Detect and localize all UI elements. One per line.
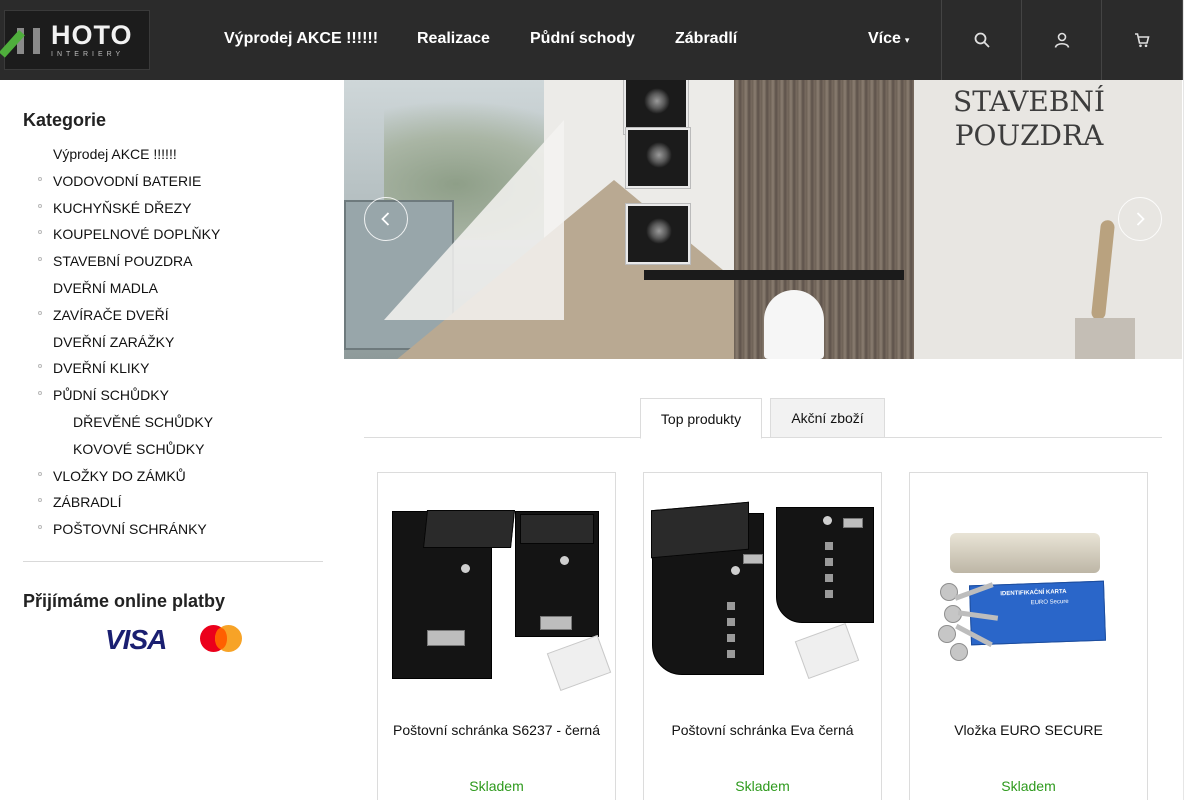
bullet-icon xyxy=(38,310,42,315)
chevron-down-icon: ▾ xyxy=(904,35,910,45)
sidebar-category-item[interactable]: VLOŽKY DO ZÁMKŮ xyxy=(4,464,344,491)
wall-art-image xyxy=(626,128,690,188)
visa-logo: VISA xyxy=(105,624,167,655)
sidebar-category-item[interactable]: KOUPELNOVÉ DOPLŇKY xyxy=(4,222,344,249)
payments-title: Přijímáme online platby xyxy=(23,591,226,611)
banner-title: STAVEBNÍ POUZDRA xyxy=(953,85,1105,152)
sidebar-category-item[interactable]: Výprodej AKCE !!!!!! xyxy=(4,142,344,169)
sidebar-category-label[interactable]: KOVOVÉ SCHŮDKY xyxy=(73,441,204,457)
product-name[interactable]: Vložka EURO SECURE xyxy=(920,720,1137,740)
category-list: Výprodej AKCE !!!!!! VODOVODNÍ BATERIE KUC… xyxy=(4,142,344,544)
product-image[interactable] xyxy=(644,473,881,703)
bullet-icon xyxy=(38,176,42,181)
tab-akcni-zbozi[interactable]: Akční zboží xyxy=(770,398,885,438)
nav-more-label: Více xyxy=(868,30,901,47)
screws-bag-image xyxy=(794,622,860,680)
search-icon xyxy=(974,32,990,48)
product-name[interactable]: Poštovní schránka S6237 - černá xyxy=(388,720,605,740)
tab-top-produkty[interactable]: Top produkty xyxy=(640,398,762,439)
product-name[interactable]: Poštovní schránka Eva černá xyxy=(654,720,871,740)
sidebar-category-item[interactable]: KUCHYŇSKÉ DŘEZY xyxy=(4,196,344,223)
mastercard-logo xyxy=(200,623,244,653)
product-card[interactable]: Poštovní schránka S6237 - černá Skladem xyxy=(377,472,616,800)
sidebar-category-item[interactable]: DVEŘNÍ KLIKY xyxy=(4,356,344,383)
bullet-icon xyxy=(38,391,42,396)
product-image[interactable]: IDENTIFIKAČNÍ KARTA EURO Secure xyxy=(910,473,1147,703)
sidebar-category-label[interactable]: ZAVÍRAČE DVEŘÍ xyxy=(53,307,169,323)
bullet-icon xyxy=(38,203,42,208)
sidebar-category-item[interactable]: PŮDNÍ SCHŮDKY xyxy=(4,383,344,410)
sidebar-category-item[interactable]: VODOVODNÍ BATERIE xyxy=(4,169,344,196)
cart-button[interactable] xyxy=(1101,0,1183,80)
hero-banner[interactable]: STAVEBNÍ POUZDRA xyxy=(344,80,1182,359)
site-header: HOTO INTERIERY Výprodej AKCE !!!!!! Real… xyxy=(0,0,1200,80)
bullet-icon xyxy=(38,498,42,503)
sidebar-category-item[interactable]: DŘEVĚNÉ SCHŮDKY xyxy=(4,410,344,437)
sliding-door-image xyxy=(734,80,914,359)
sidebar-category-label[interactable]: KUCHYŇSKÉ DŘEZY xyxy=(53,200,191,216)
bullet-icon xyxy=(38,525,42,530)
bullet-icon xyxy=(38,257,42,262)
sidebar-category-label[interactable]: KOUPELNOVÉ DOPLŇKY xyxy=(53,226,220,242)
sidebar-category-label[interactable]: POŠTOVNÍ SCHRÁNKY xyxy=(53,521,207,537)
user-icon xyxy=(1054,32,1069,48)
nav-pudni-schody[interactable]: Půdní schody xyxy=(530,30,635,48)
sidebar-category-label[interactable]: ZÁBRADLÍ xyxy=(53,494,121,510)
sidebar-category-label[interactable]: DŘEVĚNÉ SCHŮDKY xyxy=(73,414,213,430)
slider-prev-button[interactable] xyxy=(364,197,408,241)
page-scrollbar[interactable] xyxy=(1183,0,1200,800)
identification-card: IDENTIFIKAČNÍ KARTA EURO Secure xyxy=(968,580,1107,646)
cart-icon xyxy=(1135,33,1150,48)
product-card[interactable]: Poštovní schránka Eva černá Skladem xyxy=(643,472,882,800)
stock-status: Skladem xyxy=(469,778,524,794)
logo-subtext: INTERIERY xyxy=(51,51,125,58)
sidebar-category-label[interactable]: PŮDNÍ SCHŮDKY xyxy=(53,387,169,403)
account-button[interactable] xyxy=(1021,0,1101,80)
categories-title: Kategorie xyxy=(23,110,107,130)
sidebar-category-item[interactable]: ZÁBRADLÍ xyxy=(4,490,344,517)
stock-status: Skladem xyxy=(1001,778,1056,794)
nav-vyprodej-akce[interactable]: Výprodej AKCE !!!!!! xyxy=(224,30,378,48)
sidebar-category-label[interactable]: VODOVODNÍ BATERIE xyxy=(53,173,201,189)
logo-text: HOTO xyxy=(51,20,133,50)
tabs-divider xyxy=(364,437,1162,438)
nav-realizace[interactable]: Realizace xyxy=(417,30,490,48)
sidebar-category-item[interactable]: POŠTOVNÍ SCHRÁNKY xyxy=(4,517,344,544)
chevron-right-icon xyxy=(1136,212,1145,226)
sidebar: Kategorie Výprodej AKCE !!!!!! VODOVODNÍ … xyxy=(4,80,344,800)
sidebar-category-item[interactable]: KOVOVÉ SCHŮDKY xyxy=(4,437,344,464)
wall-art-image xyxy=(624,80,688,134)
sidebar-category-label[interactable]: DVEŘNÍ MADLA xyxy=(53,280,158,296)
product-image[interactable] xyxy=(378,473,615,703)
wall-art-image xyxy=(626,204,690,264)
bullet-icon xyxy=(38,230,42,235)
nav-more[interactable]: Více ▾ xyxy=(868,30,909,48)
sidebar-category-label[interactable]: VLOŽKY DO ZÁMKŮ xyxy=(53,468,186,484)
sidebar-divider xyxy=(23,561,323,562)
site-logo[interactable]: HOTO INTERIERY xyxy=(0,10,150,70)
product-card[interactable]: IDENTIFIKAČNÍ KARTA EURO Secure Vložka E… xyxy=(909,472,1148,800)
nav-zabradli[interactable]: Zábradlí xyxy=(675,30,737,48)
sidebar-category-item[interactable]: ZAVÍRAČE DVEŘÍ xyxy=(4,303,344,330)
sidebar-category-item[interactable]: DVEŘNÍ ZARÁŽKY xyxy=(4,330,344,357)
chevron-left-icon xyxy=(381,212,390,226)
sidebar-category-item[interactable]: STAVEBNÍ POUZDRA xyxy=(4,249,344,276)
sidebar-category-label[interactable]: DVEŘNÍ ZARÁŽKY xyxy=(53,334,174,350)
bullet-icon xyxy=(38,471,42,476)
stock-status: Skladem xyxy=(735,778,790,794)
sidebar-category-label[interactable]: DVEŘNÍ KLIKY xyxy=(53,360,149,376)
logo-mark-icon xyxy=(0,24,47,58)
sidebar-category-item[interactable]: DVEŘNÍ MADLA xyxy=(4,276,344,303)
slider-next-button[interactable] xyxy=(1118,197,1162,241)
screws-bag-image xyxy=(546,634,612,692)
sidebar-category-label[interactable]: Výprodej AKCE !!!!!! xyxy=(53,146,177,162)
search-button[interactable] xyxy=(941,0,1021,80)
bullet-icon xyxy=(38,364,42,369)
sidebar-category-label[interactable]: STAVEBNÍ POUZDRA xyxy=(53,253,193,269)
